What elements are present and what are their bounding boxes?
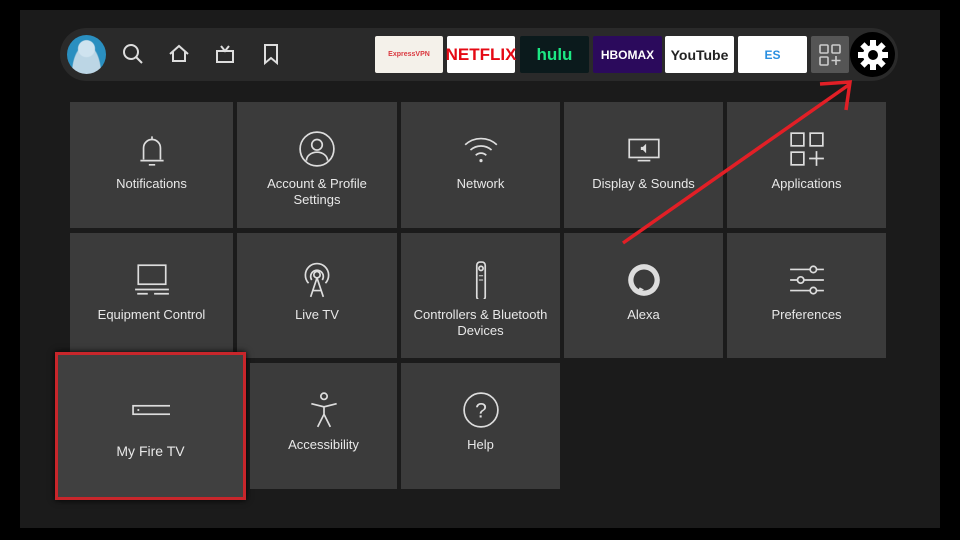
annotation-arrow	[621, 80, 853, 245]
